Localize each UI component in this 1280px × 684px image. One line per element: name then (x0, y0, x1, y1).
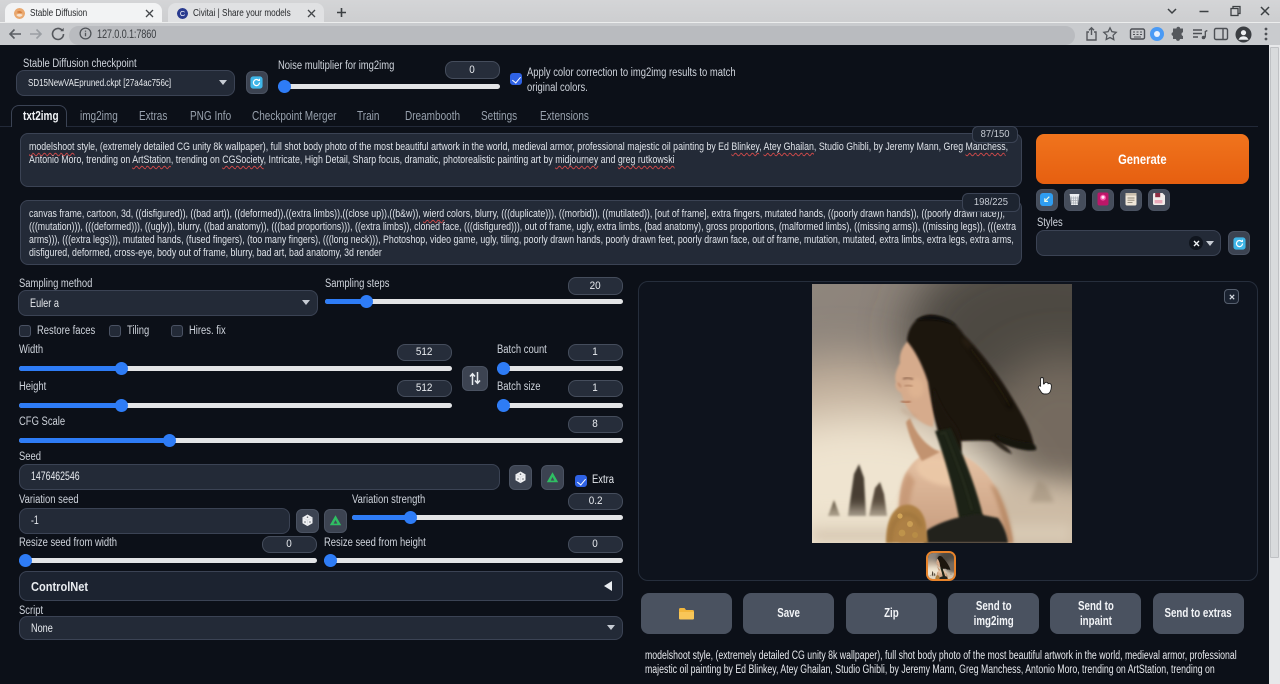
svg-text:C: C (180, 9, 186, 18)
